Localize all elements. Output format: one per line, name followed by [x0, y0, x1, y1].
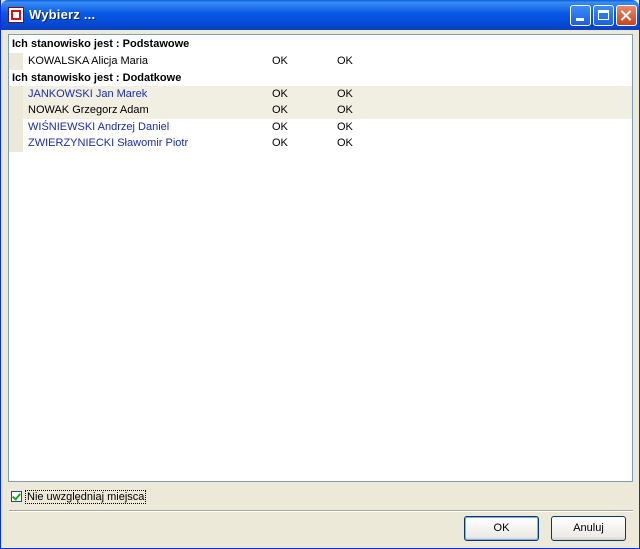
ignore-place-checkbox[interactable] — [11, 491, 22, 502]
title-bar[interactable]: Wybierz ... — [1, 0, 639, 30]
person-name: JANKOWSKI Jan Marek — [28, 88, 148, 100]
group-header-podstawowe: Ich stanowisko jest : Podstawowe — [12, 38, 190, 50]
maximize-icon — [598, 10, 609, 20]
person-name: NOWAK Grzegorz Adam — [28, 104, 149, 116]
status-col2: OK — [337, 137, 353, 149]
app-icon — [8, 7, 24, 23]
person-name: ZWIERZYNIECKI Sławomir Piotr — [28, 137, 189, 149]
maximize-button[interactable] — [593, 5, 614, 26]
status-col1: OK — [272, 121, 288, 133]
status-col2: OK — [337, 104, 353, 116]
window-title: Wybierz ... — [29, 7, 96, 22]
status-col1: OK — [272, 55, 288, 67]
group-header-dodatkowe: Ich stanowisko jest : Dodatkowe — [12, 72, 182, 84]
close-button[interactable] — [616, 5, 637, 26]
cancel-button[interactable]: Anuluj — [551, 516, 626, 541]
status-col1: OK — [272, 137, 288, 149]
people-list[interactable]: Ich stanowisko jest : Podstawowe KOWALSK… — [8, 34, 633, 482]
person-name: KOWALSKA Alicja Maria — [28, 55, 149, 67]
list-item[interactable]: JANKOWSKI Jan Marek OK OK — [9, 86, 632, 103]
list-item[interactable]: WIŚNIEWSKI Andrzej Daniel OK OK — [9, 119, 632, 136]
ok-button[interactable]: OK — [464, 516, 539, 541]
list-item[interactable]: NOWAK Grzegorz Adam OK OK — [9, 102, 632, 119]
person-name: WIŚNIEWSKI Andrzej Daniel — [28, 121, 170, 133]
status-col1: OK — [272, 104, 288, 116]
minimize-button[interactable] — [570, 5, 591, 26]
ignore-place-label[interactable]: Nie uwzględniaj miejsca — [25, 490, 147, 504]
list-item[interactable]: KOWALSKA Alicja Maria OK OK — [9, 53, 632, 70]
minimize-icon — [576, 18, 584, 21]
separator — [9, 510, 633, 512]
dialog-window: Wybierz ... Ich stanowisko jest : Podsta… — [0, 0, 640, 549]
status-col2: OK — [337, 55, 353, 67]
close-icon — [617, 6, 636, 25]
status-col2: OK — [337, 88, 353, 100]
status-col1: OK — [272, 88, 288, 100]
list-item[interactable]: ZWIERZYNIECKI Sławomir Piotr OK OK — [9, 135, 632, 152]
status-col2: OK — [337, 121, 353, 133]
